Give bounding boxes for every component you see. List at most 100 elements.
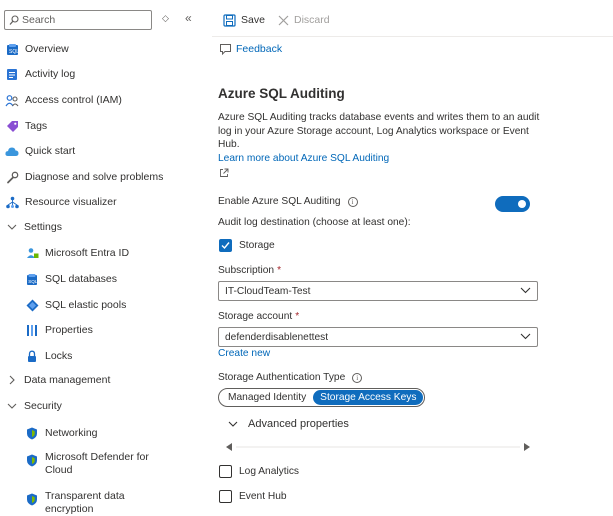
- chevron-down-icon: [6, 400, 18, 412]
- sidebar-search-row: ◇ «: [4, 10, 204, 30]
- subscription-dropdown[interactable]: IT-CloudTeam-Test: [218, 281, 538, 301]
- sidebar-item-tde[interactable]: Transparent data encryption: [25, 490, 165, 516]
- destination-label: Audit log destination (choose at least o…: [218, 217, 411, 228]
- sidebar-item-label: Access control (IAM): [25, 94, 122, 106]
- sidebar-group-label: Settings: [24, 221, 62, 233]
- sidebar-item-resource-visualizer[interactable]: Resource visualizer: [5, 192, 117, 212]
- sidebar-item-sql-databases[interactable]: SQL SQL databases: [25, 269, 117, 289]
- chevron-down-icon: [6, 221, 18, 233]
- sidebar-item-defender[interactable]: Microsoft Defender for Cloud: [25, 451, 165, 479]
- expand-all-icon[interactable]: ◇: [162, 13, 169, 24]
- sidebar-item-activity-log[interactable]: Activity log: [5, 64, 75, 84]
- svg-text:SQL: SQL: [9, 49, 19, 55]
- log-analytics-checkbox[interactable]: [219, 465, 232, 478]
- search-input[interactable]: [22, 13, 148, 27]
- save-icon: [223, 13, 236, 27]
- sidebar-item-label: Transparent data encryption: [45, 490, 125, 515]
- sidebar-group-label: Security: [24, 400, 62, 412]
- sidebar-item-label: Microsoft Defender for Cloud: [45, 451, 149, 476]
- close-icon: [278, 15, 289, 25]
- info-icon[interactable]: i: [352, 372, 363, 383]
- auth-type-text: Storage Authentication Type: [218, 372, 346, 383]
- auth-option-storage-access-keys[interactable]: Storage Access Keys: [313, 390, 424, 405]
- discard-button[interactable]: Discard: [278, 12, 330, 28]
- tag-icon: [5, 119, 19, 133]
- chevron-down-icon: [228, 421, 238, 427]
- sidebar-item-label: Overview: [25, 43, 69, 55]
- storage-account-value: defenderdisablenettest: [225, 331, 329, 343]
- scroll-right-icon[interactable]: [524, 443, 530, 451]
- hierarchy-icon: [5, 195, 19, 209]
- sidebar: ◇ « SQL Overview Activity log Access con…: [0, 0, 205, 516]
- storage-checkbox[interactable]: [219, 239, 232, 252]
- sidebar-item-quick-start[interactable]: Quick start: [5, 141, 75, 161]
- sidebar-item-label: Resource visualizer: [25, 196, 117, 208]
- scroll-left-icon[interactable]: [226, 443, 232, 451]
- entra-id-icon: [25, 246, 39, 260]
- save-button[interactable]: Save: [223, 12, 265, 28]
- feedback-link[interactable]: Feedback: [219, 43, 282, 55]
- collapse-sidebar-icon[interactable]: «: [185, 11, 192, 25]
- search-icon: [9, 15, 19, 25]
- sidebar-group-settings[interactable]: Settings: [6, 217, 62, 237]
- scroll-track[interactable]: [236, 446, 520, 448]
- shield-icon: [25, 426, 39, 440]
- create-new-link[interactable]: Create new: [218, 348, 270, 359]
- subscription-label: Subscription *: [218, 265, 281, 276]
- subscription-label-text: Subscription: [218, 265, 275, 276]
- sidebar-group-data-management[interactable]: Data management: [6, 370, 110, 390]
- lock-icon: [25, 349, 39, 363]
- sidebar-item-overview[interactable]: SQL Overview: [5, 39, 69, 59]
- auditing-description: Azure SQL Auditing tracks database event…: [218, 112, 540, 150]
- sidebar-item-entra-id[interactable]: Microsoft Entra ID: [25, 243, 129, 263]
- sidebar-item-label: Microsoft Entra ID: [45, 247, 130, 259]
- save-label: Save: [241, 14, 265, 26]
- storage-label: Storage: [239, 240, 275, 251]
- sidebar-item-label: Networking: [45, 427, 98, 439]
- sql-database-icon: SQL: [25, 272, 39, 286]
- learn-more-link[interactable]: Learn more about Azure SQL Auditing: [218, 153, 389, 164]
- chevron-down-icon: [520, 287, 531, 294]
- log-analytics-label: Log Analytics: [239, 466, 300, 477]
- required-marker: *: [295, 311, 300, 322]
- event-hub-checkbox[interactable]: [219, 490, 232, 503]
- enable-auditing-toggle[interactable]: [495, 196, 530, 212]
- sidebar-group-security[interactable]: Security: [6, 396, 62, 416]
- sidebar-item-label: Tags: [25, 120, 48, 132]
- page-title: Azure SQL Auditing: [218, 86, 345, 101]
- sql-database-icon: SQL: [5, 42, 19, 56]
- chevron-down-icon: [520, 333, 531, 340]
- sidebar-item-elastic-pools[interactable]: SQL elastic pools: [25, 295, 126, 315]
- sidebar-item-label: Quick start: [25, 145, 76, 157]
- external-link-icon[interactable]: [219, 168, 229, 178]
- horizontal-scrollbar[interactable]: [224, 441, 532, 453]
- storage-account-dropdown[interactable]: defenderdisablenettest: [218, 327, 538, 347]
- auth-option-managed-identity[interactable]: Managed Identity: [221, 390, 313, 405]
- required-marker: *: [277, 265, 282, 276]
- sidebar-item-label: Properties: [45, 324, 93, 336]
- sidebar-item-properties[interactable]: Properties: [25, 320, 93, 340]
- discard-label: Discard: [294, 14, 330, 26]
- advanced-properties-label: Advanced properties: [248, 418, 349, 430]
- enable-auditing-text: Enable Azure SQL Auditing: [218, 196, 341, 207]
- sidebar-item-label: Diagnose and solve problems: [25, 171, 164, 183]
- storage-account-label: Storage account *: [218, 311, 299, 322]
- search-box[interactable]: [4, 10, 152, 30]
- sidebar-item-diagnose[interactable]: Diagnose and solve problems: [5, 167, 163, 187]
- sidebar-item-locks[interactable]: Locks: [25, 346, 72, 366]
- sidebar-item-label: Locks: [45, 350, 73, 362]
- auth-type-toggle: Managed Identity Storage Access Keys: [218, 388, 425, 407]
- properties-icon: [25, 323, 39, 337]
- auth-type-label: Storage Authentication Type i: [218, 372, 363, 383]
- toggle-knob: [518, 200, 526, 208]
- sidebar-item-tags[interactable]: Tags: [5, 116, 47, 136]
- shield-icon: [25, 492, 39, 506]
- activity-log-icon: [5, 67, 19, 81]
- sidebar-item-access-control[interactable]: Access control (IAM): [5, 90, 122, 110]
- info-icon[interactable]: i: [347, 196, 358, 207]
- sidebar-group-label: Data management: [24, 374, 111, 386]
- svg-text:SQL: SQL: [28, 279, 38, 284]
- toolbar-divider: [212, 36, 613, 37]
- sidebar-item-networking[interactable]: Networking: [25, 423, 98, 443]
- advanced-properties-expander[interactable]: Advanced properties: [228, 418, 349, 430]
